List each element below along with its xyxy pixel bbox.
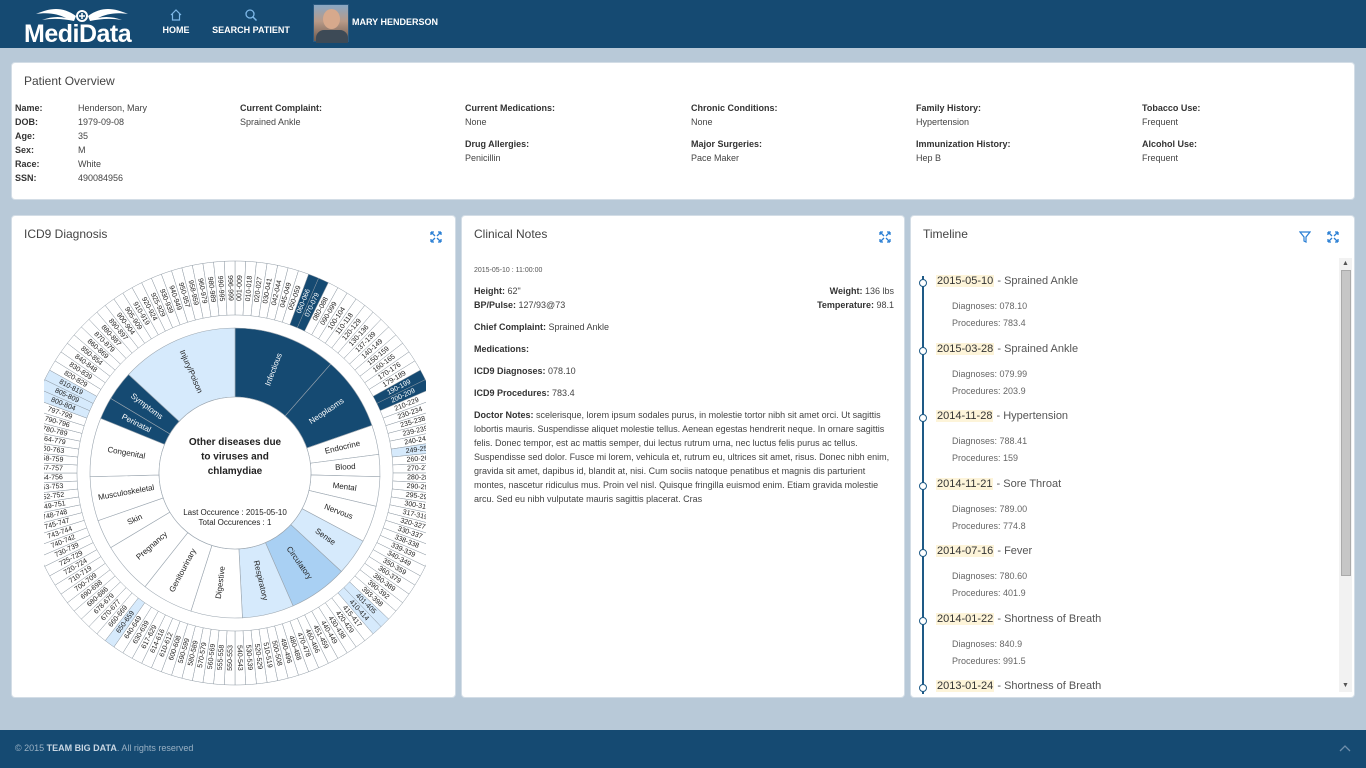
sunburst-category-label: Blood [335,462,356,472]
sunburst-center-title: Other diseases due [189,437,282,448]
patient-overview-panel: Patient Overview Name: Henderson, Mary DO… [11,62,1355,200]
patient-ssn: 490084956 [78,173,124,183]
sunburst-subcategory-label: 540-543 [236,645,244,671]
timeline-list[interactable]: 2015-05-10 - Sprained Ankle Diagnoses: 0… [911,256,1341,694]
note-timestamp: 2015-05-10 : 11:00:00 [474,267,543,274]
chief-complaint-value: Sprained Ankle [548,322,610,332]
panel-title: ICD9 Diagnosis [24,227,108,241]
sunburst-subcategory-label: 758-759 [44,455,64,464]
patient-race: White [78,159,102,169]
sunburst-subcategory-label: 996-999 [226,275,234,301]
sunburst-subcategory-label: 757-757 [44,465,63,473]
panel-title: Patient Overview [24,74,115,88]
sunburst-subcategory-label: 550-553 [227,645,235,671]
notes-body: 2015-05-10 : 11:00:00 Height: 62" Weight:… [474,264,894,506]
panel-title: Clinical Notes [474,227,548,241]
family-immunization: Family History: Hypertension Immunization… [916,103,1011,163]
patient-dob: 1979-09-08 [78,117,125,127]
nav-search-patient[interactable]: SEARCH PATIENT [212,8,290,35]
timeline-panel: Timeline 2015-05-10 - Sprained Ankle Dia… [910,215,1355,698]
icd9-sunburst-chart[interactable]: InfectiousNeoplasmsEndocrineBloodMentalN… [44,260,426,692]
sunburst-subcategory-label: 001-009 [236,275,244,301]
current-complaint: Current Complaint: Sprained Ankle [240,103,322,127]
user-avatar[interactable] [313,4,349,43]
scroll-thumb[interactable] [1341,270,1351,576]
nav-home-label: HOME [162,25,190,35]
weight-value: 136 lbs [864,286,894,296]
timeline-dot [919,347,927,355]
icd9-procedures-value: 783.4 [552,388,575,398]
sunburst-center-title: chlamydiae [208,466,263,477]
sunburst-subcategory-label: 280-289 [407,474,426,482]
nav-search-label: SEARCH PATIENT [212,25,290,35]
patient-sex: M [78,145,86,155]
demographics-list: Name: Henderson, Mary DOB: 1979-09-08 Age:… [15,103,148,183]
scroll-up-arrow-icon[interactable]: ▲ [1340,259,1351,269]
timeline-dot [919,549,927,557]
logo-text: MediData [24,20,132,48]
sunburst-subcategory-label: 754-756 [44,474,63,482]
scroll-down-arrow-icon[interactable]: ▼ [1340,681,1351,691]
timeline-scrollbar[interactable]: ▲ ▼ [1339,258,1352,692]
medications-allergies: Current Medications: None Drug Allergies:… [465,103,556,163]
tobacco-alcohol: Tobacco Use: Frequent Alcohol Use: Frequen… [1142,103,1201,163]
timeline-dot [919,414,927,422]
medidata-logo[interactable]: MediData [22,4,142,48]
sunburst-subcategory-label: 260-269 [406,455,426,464]
bp-pulse-value: 127/93@73 [518,300,566,310]
expand-icon[interactable] [879,231,891,243]
timeline-dot [919,279,927,287]
doctor-notes-text: scelerisque, lorem ipsum sodales purus, … [474,410,890,504]
sunburst-total-occurrences: Total Occurences : 1 [199,518,272,527]
sunburst-subcategory-label: 270-279 [407,465,426,473]
copyright-text: © 2015 TEAM BIG DATA. All rights reserve… [15,743,194,753]
icd9-diagnoses-value: 078.10 [548,366,576,376]
patient-name: Henderson, Mary [78,103,148,113]
search-icon [245,9,258,22]
expand-icon[interactable] [430,231,442,243]
temperature-value: 98.1 [876,300,894,310]
height-value: 62" [507,286,521,296]
expand-icon[interactable] [1327,231,1339,243]
timeline-dot [919,617,927,625]
scroll-to-top-icon[interactable] [1339,743,1351,753]
patient-age: 35 [78,131,89,141]
timeline-dot [919,684,927,692]
filter-icon[interactable] [1299,231,1311,243]
nav-home[interactable]: HOME [162,8,190,35]
timeline-dot [919,482,927,490]
clinical-notes-panel: Clinical Notes 2015-05-10 : 11:00:00 Hei… [461,215,905,698]
sunburst-center-title: to viruses and [201,452,269,463]
top-navbar: MediData HOME SEARCH PATIENT MARY HENDER… [0,0,1366,48]
icd9-diagnosis-panel: ICD9 Diagnosis Infectious Neoplasms Endocr… [11,215,456,698]
user-name[interactable]: MARY HENDERSON [352,17,438,27]
conditions-surgeries: Chronic Conditions: None Major Surgeries:… [691,103,778,163]
sunburst-last-occurrence: Last Occurence : 2015-05-10 [183,508,287,517]
panel-title: Timeline [923,227,968,241]
home-icon [170,9,182,21]
footer: © 2015 TEAM BIG DATA. All rights reserve… [0,730,1366,768]
